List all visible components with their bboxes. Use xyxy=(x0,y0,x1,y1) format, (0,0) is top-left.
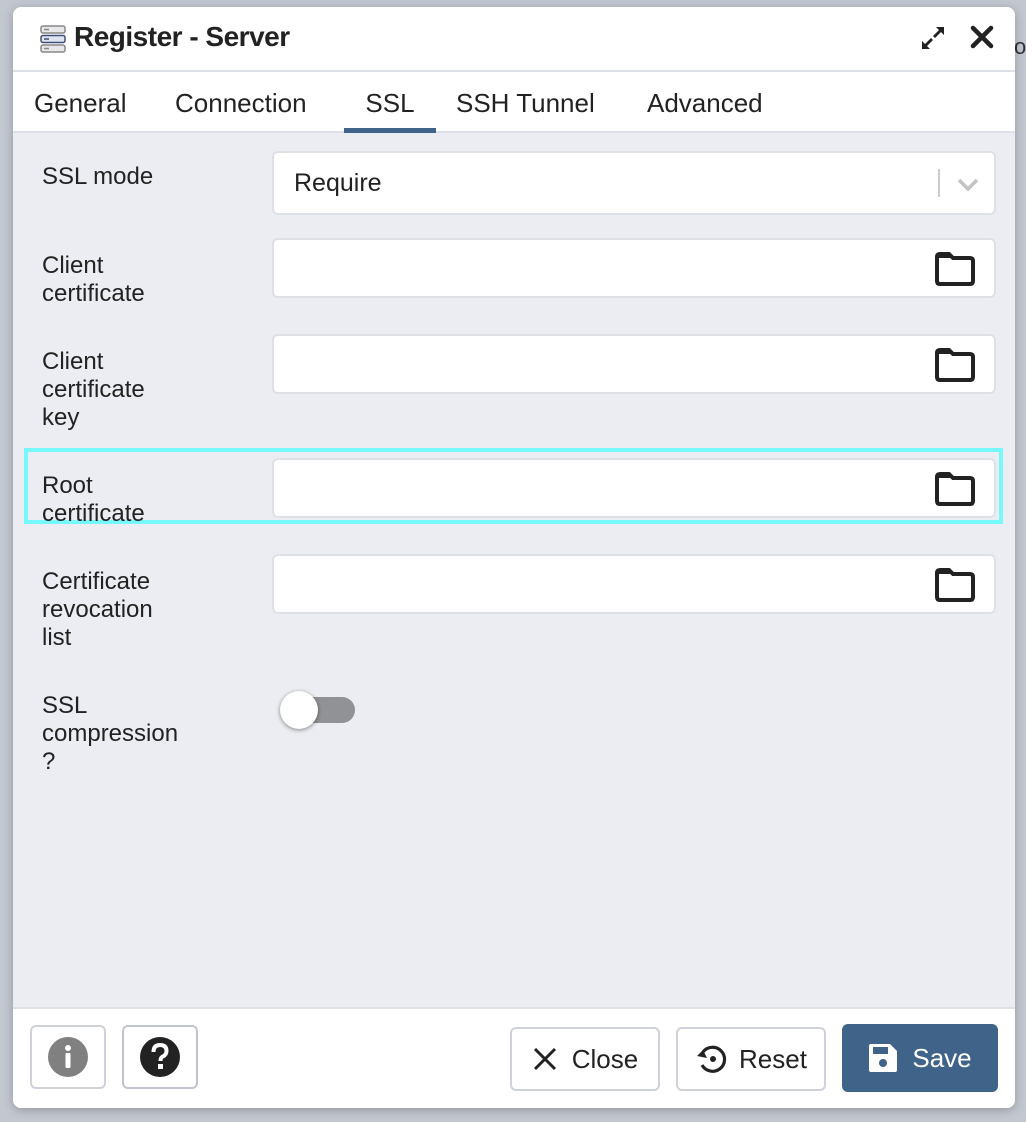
toggle-knob xyxy=(280,691,318,729)
save-icon xyxy=(869,1044,898,1072)
close-icon xyxy=(533,1047,556,1071)
save-button-label: Save xyxy=(912,1042,972,1073)
save-button[interactable]: Save xyxy=(842,1024,998,1092)
certificate-revocation-list-label: Certificate revocation list xyxy=(42,568,153,652)
label-line: revocation xyxy=(42,596,153,623)
info-button[interactable] xyxy=(30,1025,106,1089)
ssl-mode-value: Require xyxy=(294,169,382,197)
certificate-revocation-list-input[interactable] xyxy=(272,554,996,614)
info-icon xyxy=(48,1037,88,1077)
tab-general[interactable]: General xyxy=(13,72,148,131)
folder-icon[interactable] xyxy=(934,568,976,602)
folder-icon[interactable] xyxy=(934,472,976,506)
close-icon[interactable] xyxy=(969,24,995,50)
label-line: certificate xyxy=(42,500,145,527)
expand-icon[interactable] xyxy=(919,24,947,52)
reset-button-label: Reset xyxy=(739,1043,807,1074)
ssl-form: SSL mode Require Client certificate Clie… xyxy=(13,133,1015,1009)
register-server-dialog: Register - Server General Connection SSL… xyxy=(13,7,1015,1108)
label-line: SSL xyxy=(42,692,88,719)
label-line: key xyxy=(42,404,80,431)
dialog-titlebar[interactable]: Register - Server xyxy=(13,7,1015,72)
client-certificate-label: Client certificate xyxy=(42,252,145,308)
reset-button[interactable]: Reset xyxy=(676,1027,826,1091)
label-line: Client xyxy=(42,252,104,279)
background-partial-text: o xyxy=(1014,34,1026,59)
label-line: certificate xyxy=(42,376,145,403)
tab-advanced[interactable]: Advanced xyxy=(626,72,784,131)
ssl-mode-select[interactable]: Require xyxy=(272,151,996,215)
tab-bar: General Connection SSL SSH Tunnel Advanc… xyxy=(13,72,1015,133)
label-line: list xyxy=(42,624,72,651)
chevron-down-icon[interactable] xyxy=(956,177,980,193)
server-icon xyxy=(40,25,66,53)
close-button[interactable]: Close xyxy=(510,1027,660,1091)
folder-icon[interactable] xyxy=(934,348,976,382)
label-line: Client xyxy=(42,348,104,375)
tab-connection[interactable]: Connection xyxy=(154,72,328,131)
dialog-title: Register - Server xyxy=(74,21,290,52)
root-certificate-label: Root certificate xyxy=(42,472,145,528)
tab-ssh-tunnel[interactable]: SSH Tunnel xyxy=(435,72,616,131)
dialog-footer: Close Reset Save xyxy=(13,1009,1015,1108)
ssl-compression-toggle[interactable] xyxy=(277,688,357,732)
label-line: ? xyxy=(42,748,56,775)
tab-ssl[interactable]: SSL xyxy=(344,72,436,133)
select-separator xyxy=(938,169,940,197)
close-button-label: Close xyxy=(571,1043,639,1074)
folder-icon[interactable] xyxy=(934,252,976,286)
label-line: compression xyxy=(42,720,179,747)
label-line: certificate xyxy=(42,280,145,307)
ssl-mode-label: SSL mode xyxy=(42,163,154,190)
ssl-compression-label: SSL compression ? xyxy=(42,692,178,776)
client-certificate-key-label: Client certificate key xyxy=(42,348,145,432)
label-line: Root xyxy=(42,472,93,499)
help-button[interactable] xyxy=(122,1025,198,1089)
reset-icon xyxy=(697,1045,727,1073)
client-certificate-key-input[interactable] xyxy=(272,334,996,394)
client-certificate-input[interactable] xyxy=(272,238,996,298)
root-certificate-input[interactable] xyxy=(272,458,996,518)
label-line: Certificate xyxy=(42,568,151,595)
help-icon xyxy=(140,1037,180,1077)
